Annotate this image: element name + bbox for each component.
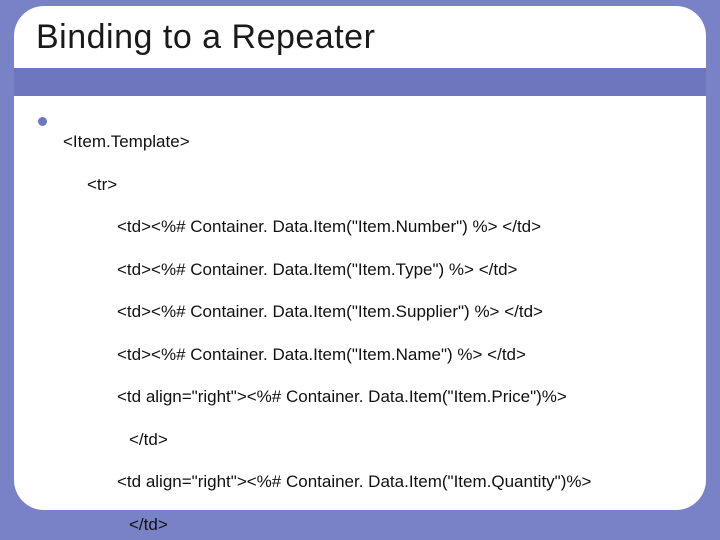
code-line: </td> (63, 429, 591, 450)
code-line: <Item.Template> (63, 131, 591, 152)
code-block: <Item.Template> <tr> <td><%# Container. … (63, 110, 591, 540)
slide-body: <Item.Template> <tr> <td><%# Container. … (38, 110, 682, 490)
code-line: <td align="right"><%# Container. Data.It… (63, 471, 591, 492)
code-line: <td><%# Container. Data.Item("Item.Name"… (63, 344, 591, 365)
code-line: </td> (63, 514, 591, 535)
bullet-item: <Item.Template> <tr> <td><%# Container. … (38, 110, 682, 540)
code-line: <td align="right"><%# Container. Data.It… (63, 386, 591, 407)
code-line: <tr> (63, 174, 591, 195)
code-line: <td><%# Container. Data.Item("Item.Type"… (63, 259, 591, 280)
code-line: <td><%# Container. Data.Item("Item.Numbe… (63, 216, 591, 237)
code-line: <td><%# Container. Data.Item("Item.Suppl… (63, 301, 591, 322)
bullet-icon (38, 117, 47, 126)
